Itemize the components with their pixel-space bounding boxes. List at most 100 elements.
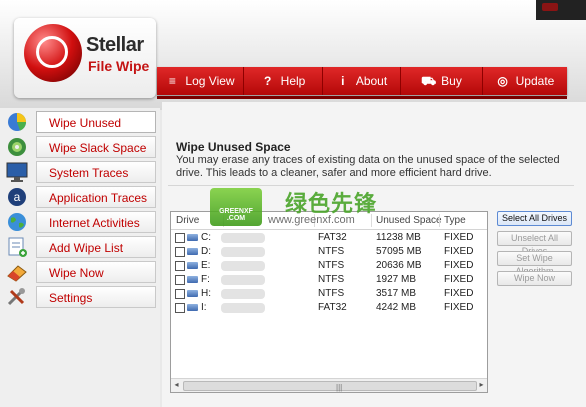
drive-icon [187,276,198,283]
drive-label-redacted [221,233,265,243]
drive-icon [187,304,198,311]
file-system: NTFS [318,288,345,299]
drive-checkbox[interactable] [175,261,185,271]
scroll-left-icon[interactable]: ◂ [171,379,182,391]
drive-checkbox[interactable] [175,247,185,257]
unselect-all-drives-button[interactable]: Unselect All Drives [497,231,572,256]
table-row[interactable]: D: NTFS 57095 MB FIXED [171,245,487,259]
drive-type: FIXED [444,260,474,271]
drive-checkbox[interactable] [175,303,185,313]
drive-label-redacted [221,261,265,271]
about-label: About [355,74,388,88]
column-header-unused-space[interactable]: Unused Space [376,215,442,226]
drive-letter: C: [201,232,211,243]
scroll-grip-icon: ||| [336,383,343,392]
drive-type: FIXED [444,288,474,299]
sidebar-item-label: Internet Activities [36,211,156,233]
tools-icon [2,285,34,309]
drive-letter: H: [201,288,211,299]
unused-space: 11238 MB [376,232,421,243]
table-row[interactable]: H: NTFS 3517 MB FIXED [171,287,487,301]
drive-label-redacted [221,247,265,257]
column-header-drive[interactable]: Drive [176,215,199,226]
scroll-right-icon[interactable]: ▸ [476,379,487,391]
globe-icon [2,210,34,234]
drive-letter: D: [201,246,211,257]
drive-letter: F: [201,274,210,285]
sidebar-item-wipe-now[interactable]: Wipe Now [0,260,158,284]
sidebar-item-label: Add Wipe List [36,236,156,258]
table-row[interactable]: F: NTFS 1927 MB FIXED [171,273,487,287]
unused-space: 20636 MB [376,260,422,271]
pie-chart-icon [2,110,34,134]
drive-icon [187,234,198,241]
eraser-icon [2,260,34,284]
select-all-drives-button[interactable]: Select All Drives [497,211,572,226]
sidebar-item-label: Wipe Unused Space [36,111,156,152]
table-row[interactable]: C: FAT32 11238 MB FIXED [171,231,487,245]
horizontal-scrollbar[interactable]: ◂ ||| ▸ [171,378,487,392]
drive-type: FIXED [444,246,474,257]
watermark-url: www.greenxf.com [268,214,355,226]
sidebar-item-label: Wipe Slack Space [36,136,156,158]
drive-type: FIXED [444,232,474,243]
column-header-type[interactable]: Type [444,215,466,226]
sidebar-item-system-traces[interactable]: System Traces [0,160,158,184]
drive-label-redacted [221,303,265,313]
sidebar-item-label: Application Traces [36,186,156,208]
table-row[interactable]: I: FAT32 4242 MB FIXED [171,301,487,315]
sidebar-item-wipe-slack-space[interactable]: Wipe Slack Space [0,135,158,159]
sidebar-item-add-wipe-list[interactable]: Add Wipe List [0,235,158,259]
app-icon: a [2,185,34,209]
disc-icon [2,135,34,159]
watermark-logo: GREENXF .COM [210,188,262,226]
panel-title: Wipe Unused Space [176,140,291,154]
file-system: FAT32 [318,302,347,313]
about-button[interactable]: i About [323,67,401,95]
unused-space: 4242 MB [376,302,417,313]
logo-ring [36,36,68,68]
log-view-label: Log View [185,74,235,88]
log-view-icon: ≡ [168,74,176,88]
sidebar-item-settings[interactable]: Settings [0,285,158,309]
sidebar-item-label: System Traces [36,161,156,183]
toolbar: ≡ Log View ? Help i About ⛟ Buy ◎ Update [157,67,567,95]
drive-icon [187,290,198,297]
close-button[interactable] [542,3,558,11]
list-add-icon [2,235,34,259]
buy-button[interactable]: ⛟ Buy [401,67,483,95]
sidebar-item-wipe-unused-space[interactable]: Wipe Unused Space [0,110,158,152]
app-logo: Stellar File Wipe [14,18,156,98]
file-system: NTFS [318,274,345,285]
drive-type: FIXED [444,302,474,313]
scrollbar-thumb[interactable]: ||| [183,381,477,392]
sidebar-item-internet-activities[interactable]: Internet Activities [0,210,158,234]
update-button[interactable]: ◎ Update [483,67,567,95]
watermark-logo-text: GREENXF .COM [219,208,253,222]
file-system: FAT32 [318,232,347,243]
info-icon: i [341,74,345,88]
panel-description: You may erase any traces of existing dat… [176,154,560,179]
help-icon: ? [263,74,272,88]
log-view-button[interactable]: ≡ Log View [157,67,244,95]
help-button[interactable]: ? Help [244,67,323,95]
toolbar-underline [157,96,567,99]
drive-checkbox[interactable] [175,275,185,285]
file-system: NTFS [318,246,345,257]
column-separator [439,214,440,227]
drive-list[interactable]: Drive Unused Space Type C: FAT32 11238 M… [170,211,488,393]
set-wipe-algorithm-button[interactable]: Set Wipe Algorithm [497,251,572,276]
cart-icon: ⛟ [421,74,437,88]
drive-icon [187,248,198,255]
drive-checkbox[interactable] [175,233,185,243]
sidebar-item-application-traces[interactable]: a Application Traces [0,185,158,209]
logo-subtitle: File Wipe [88,58,150,74]
wipe-now-button[interactable]: Wipe Now [497,271,572,286]
drive-letter: E: [201,260,211,271]
table-row[interactable]: E: NTFS 20636 MB FIXED [171,259,487,273]
svg-text:a: a [14,190,21,204]
buy-label: Buy [441,74,462,88]
monitor-icon [2,160,34,184]
drive-letter: I: [201,302,207,313]
drive-checkbox[interactable] [175,289,185,299]
